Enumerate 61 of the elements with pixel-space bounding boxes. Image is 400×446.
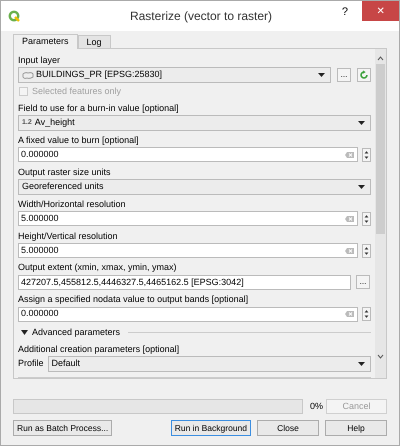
- dropdown[interactable]: BUILDINGS_PR [EPSG:25830]: [18, 67, 331, 83]
- clear-icon[interactable]: [345, 152, 354, 158]
- field-label: Profile: [18, 357, 44, 370]
- field-label: Width/Horizontal resolution: [18, 198, 127, 211]
- dialog-button[interactable]: Run as Batch Process...: [13, 420, 112, 436]
- dropdown-caret-icon: [318, 73, 325, 77]
- window-title: Rasterize (vector to raster): [128, 8, 274, 25]
- field-label: Height/Vertical resolution: [18, 230, 119, 243]
- app-logo-icon: [8, 10, 20, 22]
- number-input[interactable]: 5.000000: [18, 211, 358, 226]
- refresh-icon[interactable]: [357, 68, 371, 82]
- scroll-up-icon[interactable]: [377, 56, 384, 61]
- scrollbar-thumb[interactable]: [376, 64, 385, 234]
- text-input[interactable]: 427207.5,455812.5,4446327.5,4465162.5 [EPSG:3042]: [18, 274, 351, 290]
- help-button[interactable]: ?: [342, 4, 348, 20]
- spin-arrows-icon[interactable]: [362, 307, 371, 322]
- tab[interactable]: Parameters: [13, 34, 78, 49]
- spin-arrows-icon[interactable]: [362, 212, 371, 226]
- number-input[interactable]: 0.000000: [18, 147, 358, 162]
- dropdown[interactable]: Georeferenced units: [18, 178, 371, 195]
- dialog-button[interactable]: Close: [257, 420, 319, 436]
- field-label: A fixed value to burn [optional]: [18, 134, 140, 147]
- browse-button[interactable]: ...: [356, 275, 370, 290]
- close-button[interactable]: ✕: [362, 1, 399, 21]
- dialog-button[interactable]: Help: [325, 420, 387, 436]
- scroll-down-icon[interactable]: [377, 354, 384, 359]
- input-value: 5.000000: [21, 212, 59, 225]
- collapse-triangle-icon[interactable]: [21, 330, 28, 336]
- tab[interactable]: Log: [78, 35, 111, 48]
- progress-percent: 0%: [310, 400, 324, 413]
- input-value: 0.000000: [21, 307, 59, 320]
- clear-icon[interactable]: [345, 311, 354, 318]
- dropdown[interactable]: Default: [48, 356, 371, 372]
- field-label: Output extent (xmin, xmax, ymin, ymax): [18, 261, 178, 274]
- clear-icon[interactable]: [345, 248, 354, 254]
- input-value: 427207.5,455812.5,4446327.5,4465162.5 [EPSG:3042]: [21, 276, 244, 289]
- field-label: Additional creation parameters [optional]: [18, 343, 180, 356]
- dropdown-caret-icon: [358, 184, 365, 189]
- input-value: 0.000000: [21, 148, 59, 162]
- browse-button[interactable]: ...: [337, 68, 351, 82]
- dropdown-value: Georeferenced units: [22, 180, 104, 194]
- dropdown-value: BUILDINGS_PR [EPSG:25830]: [36, 68, 162, 82]
- dialog-button[interactable]: Run in Background: [170, 420, 251, 436]
- dropdown-caret-icon: [358, 362, 365, 366]
- spin-arrows-icon[interactable]: [362, 148, 371, 162]
- field-label: Input layer: [18, 54, 62, 67]
- checkbox-label: Selected features only: [32, 84, 122, 98]
- number-input[interactable]: 0.000000: [18, 306, 358, 322]
- dropdown-caret-icon: [358, 120, 365, 125]
- section-title: Advanced parameters: [32, 326, 120, 339]
- field-label: Assign a specified nodata value to output bands [optional]: [18, 293, 250, 306]
- dropdown-value: Default: [52, 357, 80, 370]
- dropdown-value: Av_height: [34, 116, 75, 130]
- field-label: Field to use for a burn-in value [optional]: [18, 102, 180, 115]
- spin-arrows-icon[interactable]: [362, 244, 371, 258]
- field-label: Output raster size units: [18, 166, 112, 179]
- input-value: 5.000000: [21, 244, 59, 257]
- polygon-layer-icon[interactable]: [22, 72, 34, 78]
- scrollbar[interactable]: [375, 49, 386, 378]
- clear-icon[interactable]: [345, 216, 354, 222]
- number-input[interactable]: 5.000000: [18, 243, 358, 258]
